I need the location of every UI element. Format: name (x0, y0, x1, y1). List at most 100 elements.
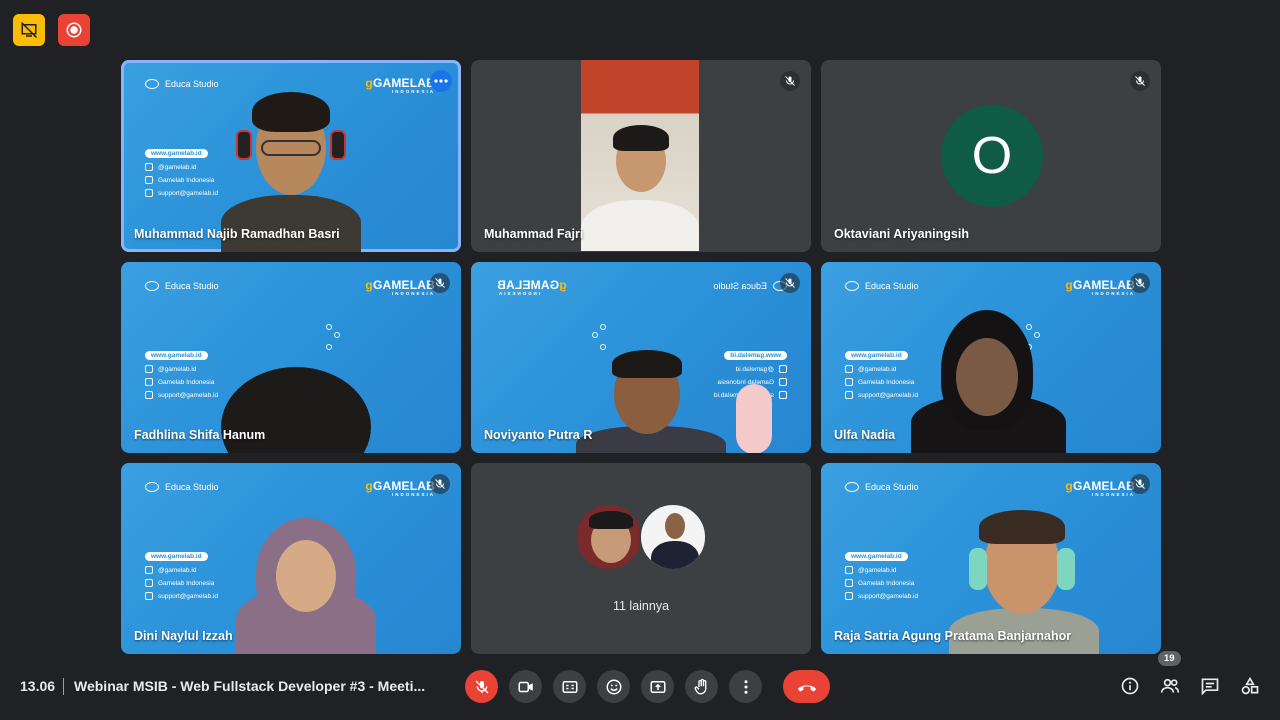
gamelab-logo: gGAMELAB INDONESIA (1065, 278, 1135, 296)
leave-call-button[interactable] (783, 670, 830, 703)
banner-website: www.gamelab.id (145, 351, 208, 360)
gamelab-logo: gGAMELAB INDONESIA (365, 479, 435, 497)
banner-gamelab-text: GAMELAB (372, 479, 435, 493)
educa-studio-logo: Educa Studio (845, 482, 919, 492)
shapes-icon (1241, 676, 1259, 695)
participant-tile[interactable]: Educa Studio gGAMELAB INDONESIA www.gamel… (121, 60, 461, 252)
mic-off-icon (430, 474, 450, 494)
presentation-off-icon (13, 14, 45, 46)
banner-info: www.gamelab.id @gamelab.id Gamelab Indon… (145, 149, 218, 202)
participant-video (236, 518, 396, 654)
chat-icon (1201, 678, 1219, 696)
mic-off-icon (780, 273, 800, 293)
banner-website: www.gamelab.id (145, 149, 208, 158)
banner-gamelab-text: GAMELAB (372, 278, 435, 292)
educa-studio-logo: Educa Studio (845, 281, 919, 291)
meeting-toolbar: 13.06 Webinar MSIB - Web Fullstack Devel… (0, 651, 1280, 709)
participant-name: Raja Satria Agung Pratama Banjarnahor (834, 629, 1072, 643)
participant-tile[interactable]: Educa Studio gGAMELAB INDONESIA www.gamel… (821, 463, 1161, 654)
banner-educa-text: Educa Studio (713, 281, 767, 291)
banner-educa-text: Educa Studio (865, 482, 919, 492)
banner-website: www.gamelab.id (845, 351, 908, 360)
participant-count-badge: 19 (1158, 651, 1181, 666)
avatar (639, 503, 707, 571)
mic-off-icon (430, 273, 450, 293)
participant-name: Ulfa Nadia (834, 428, 896, 442)
participant-tile[interactable]: O Oktaviani Ariyaningsih (821, 60, 1161, 252)
participant-grid: Educa Studio gGAMELAB INDONESIA www.gamel… (121, 60, 1161, 654)
mic-off-button[interactable] (465, 670, 498, 703)
banner-instagram: @gamelab.id (858, 566, 897, 574)
banner-email: support@gamelab.id (158, 189, 219, 197)
other-participants-tile[interactable]: 11 lainnya (471, 463, 811, 654)
recording-icon (58, 14, 90, 46)
others-count-label: 11 lainnya (612, 599, 670, 613)
participant-tile[interactable]: Educa Studio gGAMELAB INDONESIA www.gamel… (821, 262, 1161, 453)
banner-info: www.gamelab.id @gamelab.id Gamelab Indon… (845, 351, 918, 404)
captions-button[interactable] (553, 670, 586, 703)
banner-gamelab-text: GAMELAB (1072, 479, 1135, 493)
reactions-button[interactable] (597, 670, 630, 703)
mic-off-icon (1130, 273, 1150, 293)
banner-email: support@gamelab.id (158, 592, 219, 600)
hang-up-icon (797, 684, 816, 692)
participant-name: Oktaviani Ariyaningsih (834, 227, 969, 241)
clock: 13.06 (20, 678, 56, 694)
mic-off-icon (1130, 474, 1150, 494)
present-button[interactable] (641, 670, 674, 703)
mic-off-icon (1130, 71, 1150, 91)
educa-studio-logo: Educa Studio (145, 281, 219, 291)
hand-icon (694, 678, 706, 694)
participant-tile[interactable]: Educa Studio gGAMELAB INDONESIA www.gamel… (121, 262, 461, 453)
banner-info: www.gamelab.id @gamelab.id Gamelab Indon… (145, 351, 218, 404)
participant-video (576, 350, 776, 453)
avatar: O (941, 105, 1043, 207)
raise-hand-button[interactable] (685, 670, 718, 703)
camera-icon (518, 681, 533, 692)
call-controls (465, 670, 830, 703)
avatar (575, 503, 643, 571)
banner-instagram: @gamelab.id (158, 365, 197, 373)
more-options-button[interactable] (729, 670, 762, 703)
other-participants-avatars (471, 503, 811, 571)
info-icon (1121, 677, 1139, 695)
meeting-details-button[interactable] (1118, 674, 1142, 698)
banner-email: support@gamelab.id (858, 592, 919, 600)
gamelab-logo: gGAMELAB INDONESIA (365, 278, 435, 296)
banner-instagram: @gamelab.id (158, 566, 197, 574)
chat-button[interactable] (1198, 674, 1222, 698)
more-options-icon[interactable] (430, 70, 452, 92)
banner-instagram: @gamelab.id (158, 163, 197, 171)
participant-tile[interactable]: Educa Studio gGAMELAB INDONESIA www.gamel… (121, 463, 461, 654)
banner-educa-text: Educa Studio (165, 281, 219, 291)
banner-facebook: Gamelab Indonesia (858, 579, 915, 587)
activities-button[interactable] (1238, 674, 1262, 698)
gamelab-logo: gGAMELAB INDONESIA (365, 76, 435, 94)
banner-instagram: @gamelab.id (858, 365, 897, 373)
mic-off-icon (475, 680, 488, 693)
status-indicators (13, 14, 90, 46)
people-button[interactable]: 19 (1158, 651, 1182, 698)
participant-name: Dini Naylul Izzah (134, 629, 233, 643)
banner-facebook: Gamelab Indonesia (158, 378, 215, 386)
camera-button[interactable] (509, 670, 542, 703)
banner-info: www.gamelab.id @gamelab.id Gamelab Indon… (145, 552, 218, 605)
divider (63, 678, 64, 695)
participant-name: Fadhlina Shifa Hanum (134, 428, 266, 442)
participant-tile[interactable]: Educa Studio gGAMELAB INDONESIA www.gamel… (471, 262, 811, 453)
educa-studio-logo: Educa Studio (145, 482, 219, 492)
people-icon (1160, 678, 1180, 693)
gamelab-logo: gGAMELAB INDONESIA (1065, 479, 1135, 497)
participant-name: Muhammad Najib Ramadhan Basri (134, 227, 340, 241)
banner-website: www.gamelab.id (145, 552, 208, 561)
participant-video (911, 310, 1071, 453)
banner-email: support@gamelab.id (158, 391, 219, 399)
participant-name: Muhammad Fajri (484, 227, 584, 241)
banner-educa-text: Educa Studio (165, 482, 219, 492)
banner-info: www.gamelab.id @gamelab.id Gamelab Indon… (845, 552, 918, 605)
banner-gamelab-text: GAMELAB (372, 76, 435, 90)
participant-tile[interactable]: Muhammad Fajri (471, 60, 811, 252)
banner-facebook: Gamelab Indonesia (858, 378, 915, 386)
captions-icon (562, 680, 577, 693)
banner-email: support@gamelab.id (858, 391, 919, 399)
